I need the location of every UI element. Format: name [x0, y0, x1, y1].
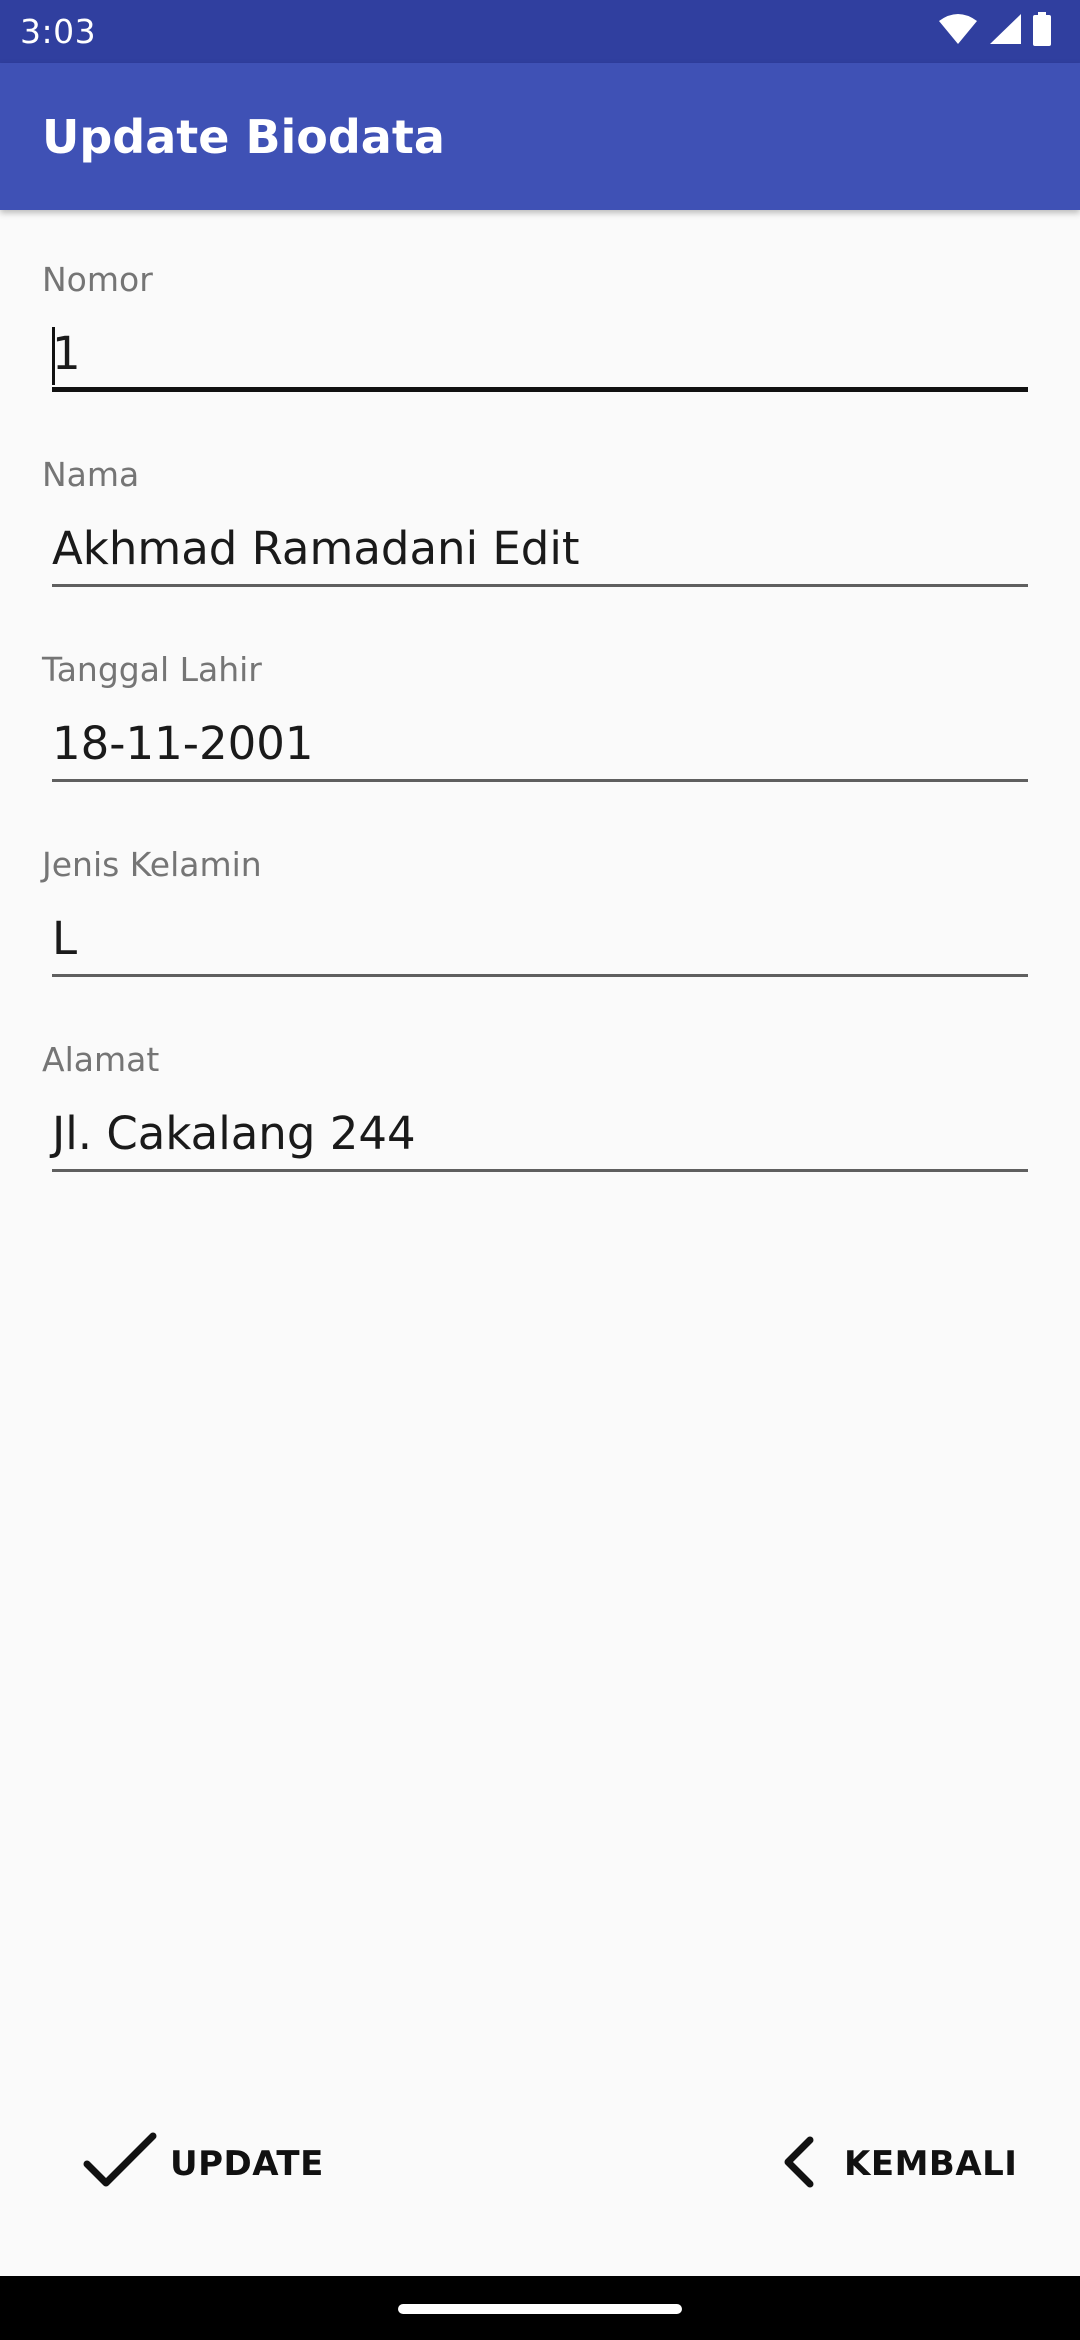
jenis-kelamin-value: L — [52, 912, 78, 965]
nomor-input[interactable]: 1 — [52, 315, 1028, 392]
tanggal-lahir-input[interactable]: 18-11-2001 — [52, 705, 1028, 782]
nama-value: Akhmad Ramadani Edit — [52, 522, 580, 575]
alamat-input[interactable]: Jl. Cakalang 244 — [52, 1095, 1028, 1172]
tanggal-lahir-label: Tanggal Lahir — [42, 650, 262, 689]
kembali-label: KEMBALI — [844, 2144, 1018, 2184]
alamat-value: Jl. Cakalang 244 — [52, 1107, 416, 1160]
app-bar: Update Biodata — [0, 63, 1080, 210]
status-icons — [938, 12, 1052, 50]
alamat-field: Alamat Jl. Cakalang 244 — [42, 1038, 1038, 1208]
navigation-bar — [0, 2276, 1080, 2340]
home-gesture-handle[interactable] — [398, 2304, 682, 2314]
chevron-left-icon — [780, 2136, 820, 2192]
jenis-kelamin-input[interactable]: L — [52, 900, 1028, 977]
status-time: 3:03 — [20, 12, 97, 51]
kembali-button[interactable]: KEMBALI — [780, 2125, 1017, 2203]
wifi-icon — [938, 13, 978, 49]
nama-field: Nama Akhmad Ramadani Edit — [42, 453, 1038, 623]
nomor-field: Nomor 1 — [42, 258, 1038, 428]
update-label: UPDATE — [170, 2144, 324, 2184]
battery-icon — [1032, 12, 1052, 50]
alamat-label: Alamat — [42, 1040, 160, 1079]
signal-icon — [988, 13, 1022, 49]
nama-input[interactable]: Akhmad Ramadani Edit — [52, 510, 1028, 587]
jenis-kelamin-label: Jenis Kelamin — [42, 845, 262, 884]
nomor-value: 1 — [52, 327, 81, 380]
update-button[interactable]: UPDATE — [82, 2125, 324, 2203]
nama-label: Nama — [42, 455, 140, 494]
check-icon — [82, 2132, 158, 2196]
tanggal-lahir-value: 18-11-2001 — [52, 717, 314, 770]
jenis-kelamin-field: Jenis Kelamin L — [42, 843, 1038, 1013]
nomor-label: Nomor — [42, 260, 153, 299]
tanggal-lahir-field: Tanggal Lahir 18-11-2001 — [42, 648, 1038, 818]
page-title: Update Biodata — [42, 110, 445, 164]
status-bar: 3:03 — [0, 0, 1080, 63]
